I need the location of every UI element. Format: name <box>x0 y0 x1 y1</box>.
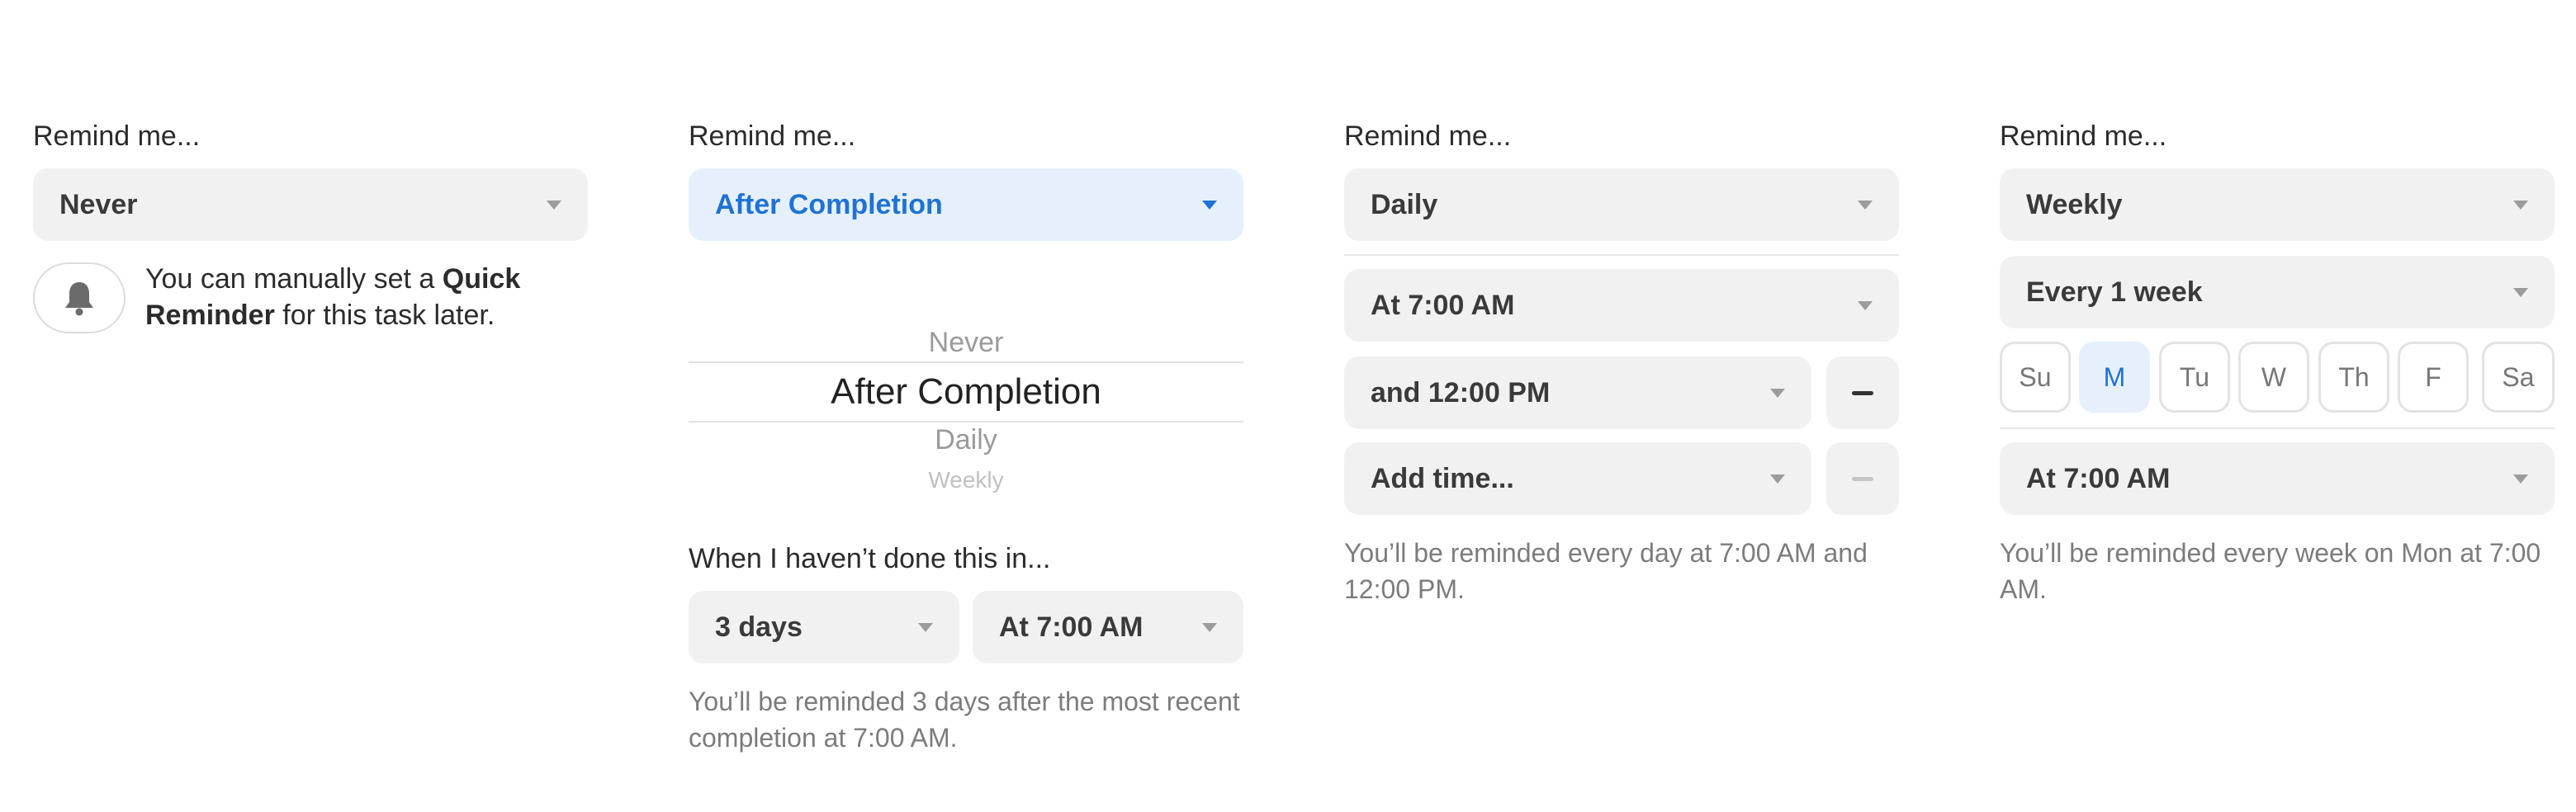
reminder-description: You’ll be reminded every day at 7:00 AM … <box>1344 538 1868 604</box>
reminder-description: You’ll be reminded every week on Mon at … <box>2000 538 2541 604</box>
remind-me-label: Remind me... <box>1344 120 1512 152</box>
reminder-panel-daily: Remind me... Daily At 7:00 AM and 12:00 … <box>1344 0 1899 812</box>
remind-frequency-select[interactable]: Daily <box>1344 168 1899 241</box>
chevron-down-icon <box>918 622 933 632</box>
picker-option-never[interactable]: Never <box>689 327 1243 359</box>
remind-frequency-value: Daily <box>1371 188 1438 220</box>
remind-frequency-select[interactable]: After Completion <box>689 168 1243 241</box>
time-select-1[interactable]: At 7:00 AM <box>1344 269 1899 342</box>
day-toggle-m[interactable]: M <box>2079 342 2150 413</box>
chevron-down-icon <box>1202 622 1217 632</box>
picker-divider <box>689 361 1243 363</box>
remove-time-button-disabled[interactable] <box>1826 442 1899 515</box>
interval-label: When I haven’t done this in... <box>689 543 1051 574</box>
day-toggle-th[interactable]: Th <box>2318 342 2389 413</box>
day-toggle-sa[interactable]: Sa <box>2482 342 2555 413</box>
chevron-down-icon <box>2513 200 2528 210</box>
day-toggle-w[interactable]: W <box>2238 342 2309 413</box>
remind-me-label: Remind me... <box>2000 120 2167 152</box>
chevron-down-icon <box>2513 287 2528 297</box>
section-divider <box>2000 427 2555 429</box>
chevron-down-icon <box>1202 200 1217 210</box>
remind-frequency-select[interactable]: Never <box>33 168 588 241</box>
quick-reminder-button[interactable] <box>33 262 125 333</box>
bell-icon <box>65 282 93 316</box>
chevron-down-icon <box>1770 474 1785 484</box>
day-toggle-tu[interactable]: Tu <box>2159 342 2230 413</box>
minus-icon <box>1852 390 1873 395</box>
reminder-panel-weekly: Remind me... Weekly Every 1 week Su M Tu… <box>2000 0 2555 812</box>
remind-frequency-value: Never <box>59 188 138 220</box>
picker-option-after-completion[interactable]: After Completion <box>689 371 1243 413</box>
week-interval-value: Every 1 week <box>2026 276 2203 308</box>
picker-option-weekly[interactable]: Weekly <box>689 467 1243 493</box>
time-select[interactable]: At 7:00 AM <box>973 591 1243 663</box>
reminder-description: You’ll be reminded 3 days after the most… <box>689 687 1240 753</box>
chevron-down-icon <box>1858 300 1873 310</box>
time-value: and 12:00 PM <box>1371 376 1551 408</box>
reminder-panel-after-completion: Remind me... After Completion Never Afte… <box>689 0 1243 812</box>
add-time-value: Add time... <box>1371 462 1514 494</box>
add-time-select[interactable]: Add time... <box>1344 442 1811 515</box>
time-value: At 7:00 AM <box>2026 462 2171 494</box>
minus-icon <box>1852 476 1873 481</box>
picker-divider <box>689 421 1243 423</box>
remove-time-button[interactable] <box>1826 356 1899 429</box>
remind-frequency-value: Weekly <box>2026 188 2123 220</box>
quick-reminder-hint: You can manually set a Quick Reminder for… <box>145 263 521 331</box>
interval-select[interactable]: 3 days <box>689 591 959 663</box>
time-value: At 7:00 AM <box>999 611 1144 643</box>
reminder-panel-never: Remind me... Never You can manually set … <box>33 0 588 812</box>
picker-option-daily[interactable]: Daily <box>689 424 1243 456</box>
chevron-down-icon <box>547 200 561 210</box>
chevron-down-icon <box>1858 200 1873 210</box>
remind-frequency-select[interactable]: Weekly <box>2000 168 2555 241</box>
remind-frequency-value: After Completion <box>715 188 943 220</box>
remind-me-label: Remind me... <box>689 120 856 152</box>
day-toggle-su[interactable]: Su <box>2000 342 2071 413</box>
time-value: At 7:00 AM <box>1371 289 1515 321</box>
time-select-2[interactable]: and 12:00 PM <box>1344 356 1811 429</box>
section-divider <box>1344 254 1899 256</box>
chevron-down-icon <box>2513 474 2528 484</box>
time-select[interactable]: At 7:00 AM <box>2000 442 2555 515</box>
remind-me-label: Remind me... <box>33 120 201 152</box>
week-interval-select[interactable]: Every 1 week <box>2000 256 2555 328</box>
interval-value: 3 days <box>715 611 803 643</box>
chevron-down-icon <box>1770 388 1785 398</box>
day-toggle-f[interactable]: F <box>2398 342 2469 413</box>
